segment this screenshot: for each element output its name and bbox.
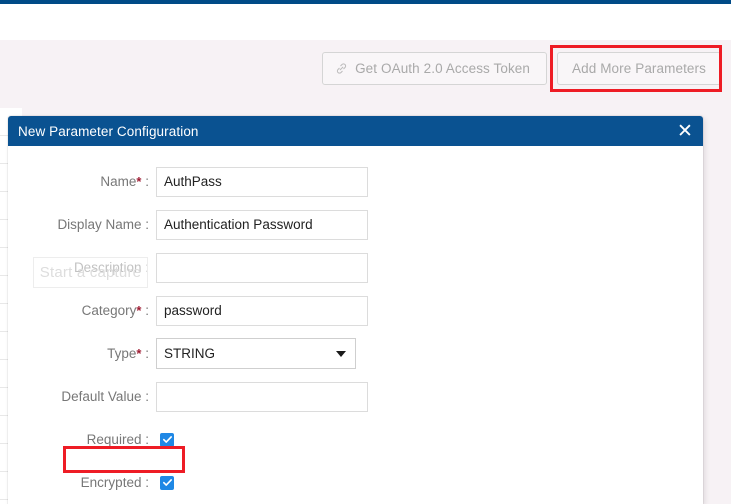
label-required-text: Required: [87, 432, 142, 447]
label-colon: :: [145, 303, 149, 318]
required-asterisk: *: [136, 174, 141, 189]
page-header-strip: [0, 4, 731, 40]
display-name-input[interactable]: [156, 210, 368, 240]
field-row-required: Required :: [8, 418, 703, 461]
default-value-input[interactable]: [156, 382, 368, 412]
label-category-text: Category: [82, 303, 137, 318]
link-icon: [335, 62, 348, 75]
dialog-title-bar: New Parameter Configuration ✕: [8, 116, 703, 146]
label-name: Name* :: [8, 174, 156, 189]
label-encrypted-text: Encrypted: [81, 475, 142, 490]
start-a-capture-button[interactable]: Start a capture: [33, 257, 148, 288]
required-asterisk: *: [136, 346, 141, 361]
check-icon: [162, 434, 173, 445]
label-display-name: Display Name :: [8, 217, 156, 232]
label-name-text: Name: [100, 174, 136, 189]
label-colon: :: [145, 217, 149, 232]
description-input[interactable]: [156, 253, 368, 283]
field-row-encrypted: Encrypted :: [8, 461, 703, 504]
add-more-parameters-label: Add More Parameters: [572, 61, 706, 76]
toolbar-button-row: Get OAuth 2.0 Access Token Add More Para…: [322, 52, 721, 85]
label-default-value-text: Default Value: [61, 389, 141, 404]
field-row-default-value: Default Value :: [8, 375, 703, 418]
label-display-name-text: Display Name: [57, 217, 141, 232]
label-colon: :: [145, 346, 149, 361]
label-type-text: Type: [107, 346, 136, 361]
label-type: Type* :: [8, 346, 156, 361]
label-colon: :: [145, 432, 149, 447]
field-row-category: Category* :: [8, 289, 703, 332]
required-asterisk: *: [136, 303, 141, 318]
name-input[interactable]: [156, 167, 368, 197]
new-parameter-configuration-dialog: New Parameter Configuration ✕ Name* : Di…: [8, 116, 703, 504]
encrypted-checkbox[interactable]: [160, 476, 174, 490]
type-select[interactable]: STRING: [156, 338, 356, 369]
chevron-down-icon: [336, 351, 346, 357]
field-row-display-name: Display Name :: [8, 203, 703, 246]
close-icon[interactable]: ✕: [675, 121, 695, 141]
field-row-name: Name* :: [8, 160, 703, 203]
label-encrypted: Encrypted :: [8, 475, 156, 490]
dialog-title: New Parameter Configuration: [18, 124, 199, 139]
get-oauth-token-button[interactable]: Get OAuth 2.0 Access Token: [322, 52, 547, 85]
type-select-value: STRING: [164, 346, 215, 361]
field-row-type: Type* : STRING: [8, 332, 703, 375]
label-required: Required :: [8, 432, 156, 447]
add-more-parameters-button[interactable]: Add More Parameters: [557, 52, 721, 85]
get-oauth-token-label: Get OAuth 2.0 Access Token: [355, 61, 530, 76]
label-default-value: Default Value :: [8, 389, 156, 404]
dialog-body: Name* : Display Name : Description : Cat…: [8, 146, 703, 504]
check-icon: [162, 477, 173, 488]
label-category: Category* :: [8, 303, 156, 318]
label-colon: :: [145, 475, 149, 490]
label-colon: :: [145, 389, 149, 404]
start-a-capture-label: Start a capture: [40, 264, 141, 281]
category-input[interactable]: [156, 296, 368, 326]
required-checkbox[interactable]: [160, 433, 174, 447]
toolbar-panel: Get OAuth 2.0 Access Token Add More Para…: [0, 40, 731, 108]
label-colon: :: [145, 174, 149, 189]
